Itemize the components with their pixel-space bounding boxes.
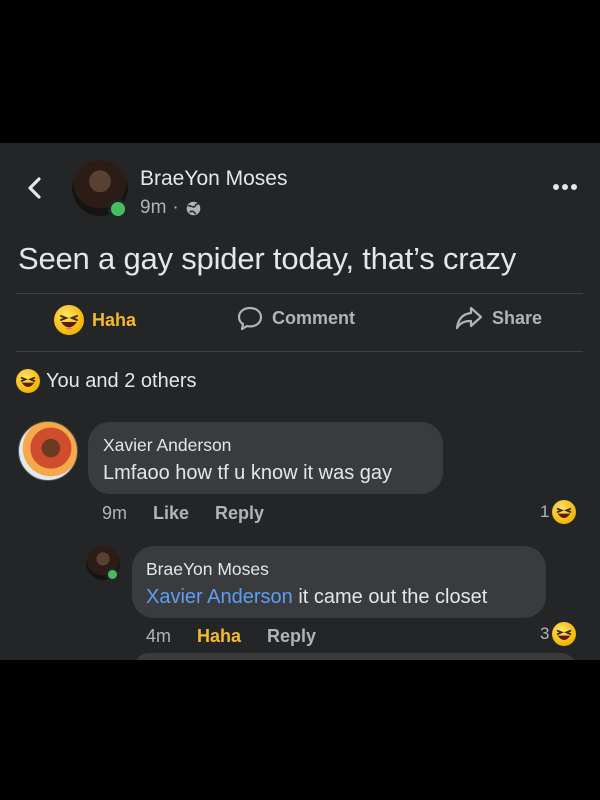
post-author-name[interactable]: BraeYon Moses: [140, 167, 287, 191]
online-status-indicator: [106, 568, 119, 581]
back-arrow-icon[interactable]: [24, 176, 46, 200]
post-time[interactable]: 9m: [140, 197, 166, 219]
comment-label: Comment: [272, 307, 356, 328]
comment-icon: [237, 306, 263, 331]
facebook-post-screen: BraeYon Moses 9m · Seen a gay spider tod…: [0, 143, 600, 660]
share-button[interactable]: Share: [454, 305, 542, 331]
haha-emoji-icon: [552, 500, 577, 524]
reply-button[interactable]: Reply: [215, 503, 264, 524]
online-status-indicator: [108, 199, 128, 219]
divider-bottom: [16, 351, 583, 352]
haha-emoji-icon: [552, 622, 577, 646]
reply-author[interactable]: BraeYon Moses: [146, 559, 269, 580]
reply-text: Xavier Anderson it came out the closet: [146, 586, 487, 609]
post-meta: 9m ·: [140, 197, 202, 219]
next-comment-bubble: [134, 653, 576, 660]
meta-separator: ·: [172, 197, 179, 218]
haha-reaction-button[interactable]: Haha: [54, 305, 136, 335]
comment-text: Lmfaoo how tf u know it was gay: [103, 462, 393, 484]
haha-emoji-icon: [54, 305, 84, 335]
like-button[interactable]: Like: [153, 503, 189, 524]
globe-icon: [186, 201, 201, 215]
comment-actions: 9m Like Reply: [102, 503, 290, 524]
reaction-count-number: 1: [540, 502, 550, 521]
haha-reaction-button[interactable]: Haha: [197, 626, 241, 647]
haha-emoji-icon: [16, 369, 40, 393]
tagged-user-link[interactable]: Xavier Anderson: [146, 586, 293, 608]
comment-button[interactable]: Comment: [236, 305, 355, 331]
reply-bubble: BraeYon Moses Xavier Anderson it came ou…: [132, 546, 546, 618]
comment-reaction-count[interactable]: 1: [540, 500, 577, 524]
reactions-summary[interactable]: You and 2 others: [16, 369, 197, 393]
reply-time: 4m: [146, 626, 172, 646]
share-icon: [455, 306, 483, 330]
haha-label: Haha: [92, 309, 137, 330]
commenter-avatar[interactable]: [18, 421, 78, 481]
comment-author[interactable]: Xavier Anderson: [103, 435, 231, 456]
share-label: Share: [492, 307, 543, 328]
divider-top: [16, 293, 583, 294]
comment-time: 9m: [102, 503, 128, 523]
reply-body: it came out the closet: [292, 586, 488, 608]
comment-bubble: Xavier Anderson Lmfaoo how tf u know it …: [88, 422, 443, 494]
reactions-summary-text: You and 2 others: [46, 369, 197, 392]
reply-actions: 4m Haha Reply: [146, 626, 342, 647]
more-options-icon[interactable]: [552, 183, 578, 191]
reply-button[interactable]: Reply: [267, 626, 316, 647]
post-text: Seen a gay spider today, that’s crazy: [18, 241, 517, 276]
reply-reaction-count[interactable]: 3: [540, 622, 577, 646]
reaction-count-number: 3: [540, 624, 550, 643]
